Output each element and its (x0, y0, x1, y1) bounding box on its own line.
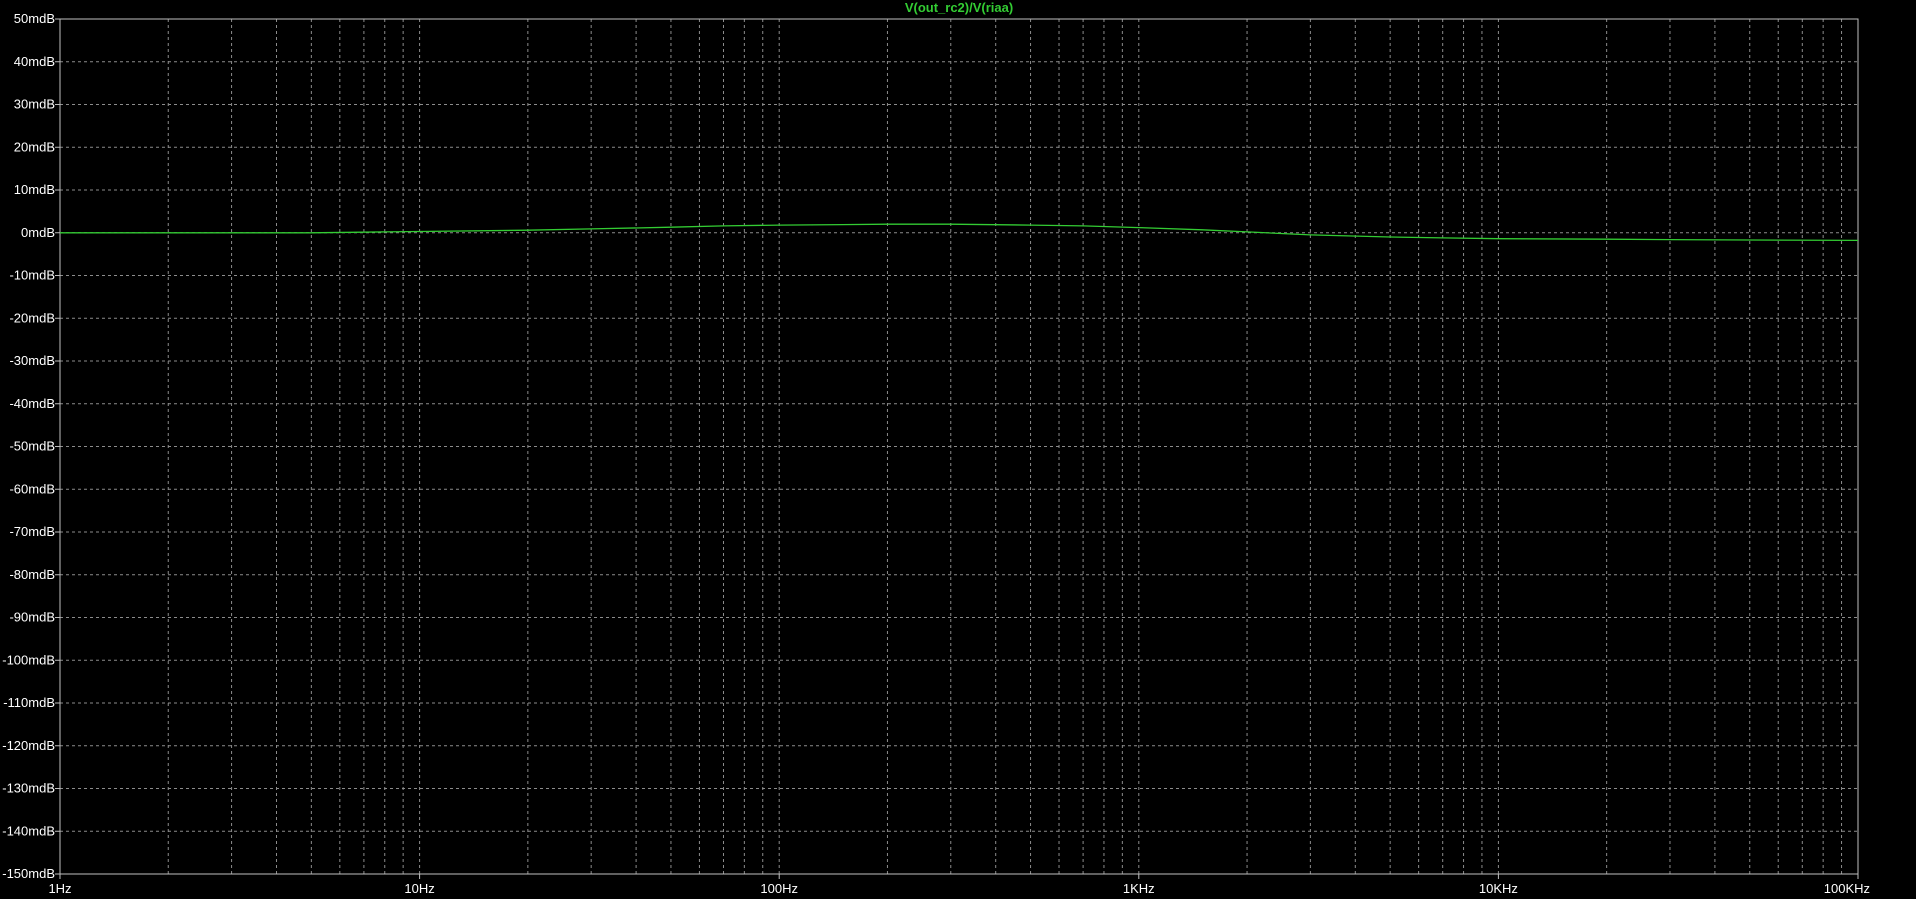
y-tick-label: 0mdB (21, 225, 55, 240)
plot-window: 50mdB 40mdB 30mdB 20mdB 10mdB 0mdB -10mdB -20md… (0, 0, 1916, 899)
grid-layer (60, 19, 1858, 874)
y-tick-label: 40mdB (14, 54, 55, 69)
y-tick-label: -70mdB (9, 524, 55, 539)
plot-frame (55, 18, 1859, 879)
x-tick-label: 100Hz (760, 881, 798, 896)
y-tick-label: -110mdB (3, 695, 55, 710)
y-tick-label: 20mdB (14, 139, 55, 154)
y-tick-label: -100mdB (2, 652, 55, 667)
y-tick-label: 10mdB (14, 182, 55, 197)
y-tick-label: -50mdB (9, 439, 55, 454)
plot-border (59, 18, 1859, 875)
y-tick-label: -30mdB (9, 353, 55, 368)
y-tick-label: -90mdB (9, 610, 55, 625)
x-tick-label: 10KHz (1479, 881, 1518, 896)
y-tick-label: -80mdB (9, 567, 55, 582)
bode-plot[interactable]: 50mdB 40mdB 30mdB 20mdB 10mdB 0mdB -10mdB -20md… (0, 0, 1916, 899)
trace-line[interactable] (60, 223, 1859, 242)
trace-name-label[interactable]: V(out_rc2)/V(riaa) (905, 0, 1013, 15)
y-tick-label: -150mdB (2, 866, 55, 881)
x-tick-label: 1KHz (1123, 881, 1155, 896)
label-layer: 50mdB 40mdB 30mdB 20mdB 10mdB 0mdB -10mdB -20md… (2, 0, 1870, 896)
y-tick-label: 30mdB (14, 97, 55, 112)
y-tick-label: -40mdB (9, 396, 55, 411)
x-tick-label: 100KHz (1824, 881, 1870, 896)
trace-layer (60, 223, 1859, 242)
y-tick-label: 50mdB (14, 11, 55, 26)
y-tick-label: -60mdB (9, 481, 55, 496)
x-tick-label: 1Hz (48, 881, 71, 896)
y-tick-label: -130mdB (2, 781, 55, 796)
y-tick-label: -120mdB (2, 738, 55, 753)
y-tick-label: -20mdB (9, 310, 55, 325)
y-tick-label: -10mdB (9, 268, 55, 283)
x-tick-label: 10Hz (404, 881, 434, 896)
y-tick-label: -140mdB (2, 823, 55, 838)
